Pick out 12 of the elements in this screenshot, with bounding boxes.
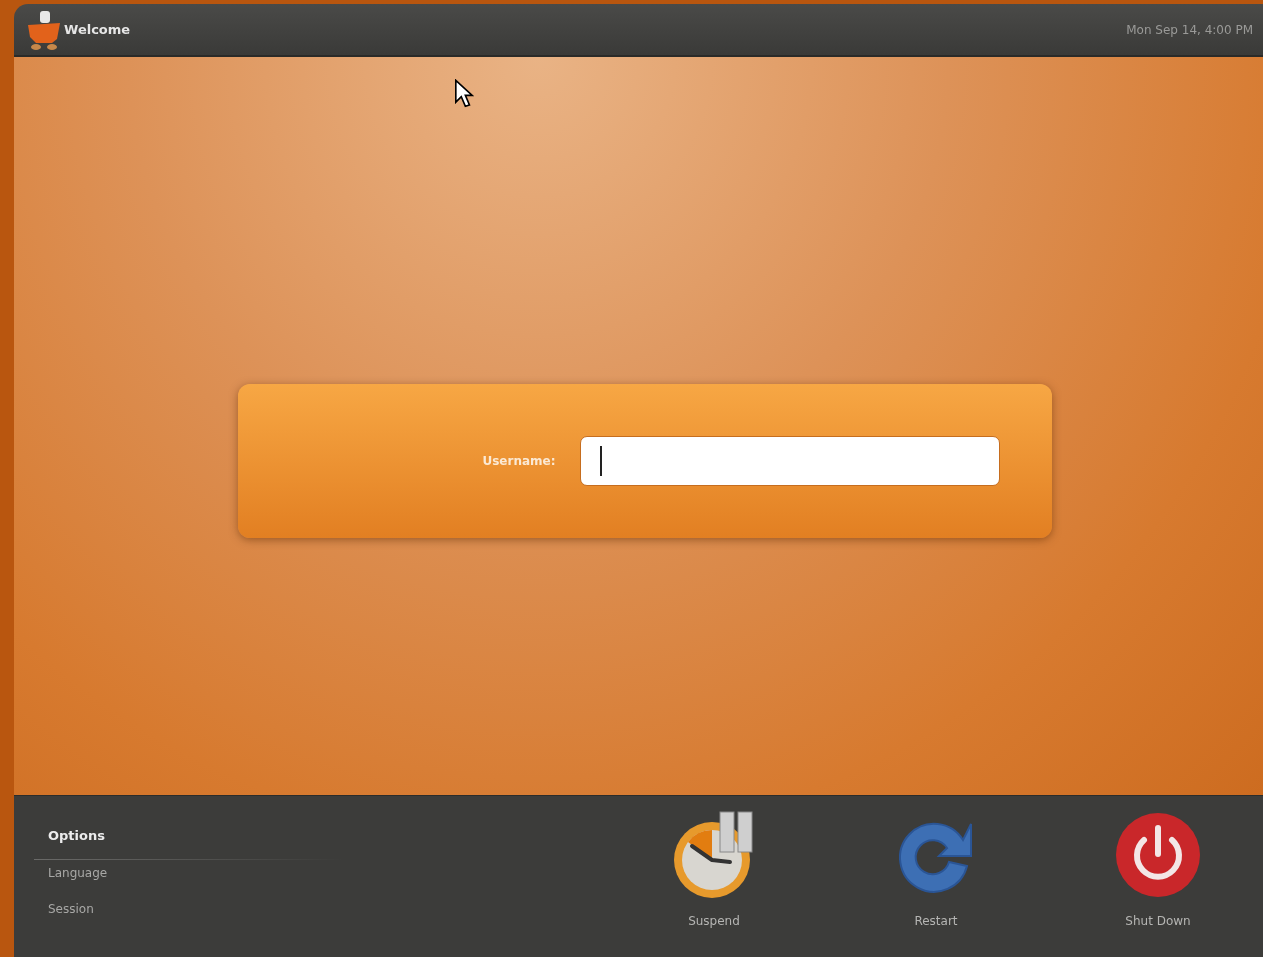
restart-button[interactable]: Restart — [871, 810, 1001, 957]
shutdown-button[interactable]: Shut Down — [1093, 810, 1223, 957]
options-heading: Options — [48, 828, 106, 843]
username-label: Username: — [482, 454, 556, 468]
power-icon — [1113, 810, 1203, 900]
options-menu-item[interactable]: Session — [48, 902, 344, 916]
username-field[interactable] — [579, 436, 1000, 486]
options-menu-item[interactable]: Language — [48, 866, 344, 880]
suspend-button[interactable]: Suspend — [649, 810, 779, 957]
window-title: Welcome — [64, 22, 131, 37]
mouse-pointer-icon — [454, 79, 474, 109]
clock: Mon Sep 14, 4:00 PM — [1126, 22, 1253, 37]
